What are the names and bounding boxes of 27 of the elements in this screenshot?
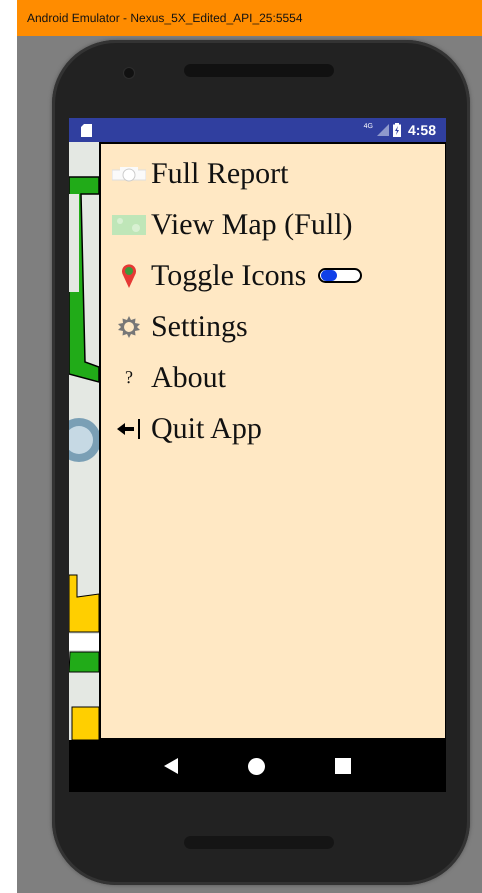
menu-item[interactable]: View Map (Full) — [101, 199, 445, 250]
settings-icon — [118, 316, 140, 338]
menu-item-label: Full Report — [151, 156, 289, 190]
back-icon[interactable] — [164, 758, 178, 774]
window-title: Android Emulator - Nexus_5X_Edited_API_25:5554 — [17, 0, 482, 36]
signal-icon — [376, 124, 389, 136]
toggle-switch[interactable] — [318, 268, 362, 283]
menu-item[interactable]: Quit App — [101, 403, 445, 454]
menu-item-label: Settings — [151, 310, 248, 344]
menu-item-label: About — [151, 360, 226, 394]
menu-item[interactable]: ? About — [101, 352, 445, 403]
home-icon[interactable] — [248, 758, 265, 774]
menu-item-label: Toggle Icons — [151, 258, 306, 292]
clock: 4:58 — [408, 122, 436, 138]
menu-item-label: Quit App — [151, 412, 262, 446]
sd-card-icon — [81, 124, 92, 136]
map-pin-icon — [122, 264, 136, 288]
camera-icon — [112, 166, 146, 182]
question-mark-icon: ? — [125, 367, 133, 388]
menu-item[interactable]: Toggle Icons — [101, 250, 445, 301]
battery-icon — [392, 123, 401, 137]
menu-item-label: View Map (Full) — [151, 208, 353, 242]
menu-item[interactable]: Settings — [101, 301, 445, 352]
menu-item[interactable]: Full Report — [101, 148, 445, 199]
camera-icon — [124, 68, 134, 78]
map-icon — [112, 214, 146, 234]
exit-arrow-icon — [117, 418, 141, 438]
